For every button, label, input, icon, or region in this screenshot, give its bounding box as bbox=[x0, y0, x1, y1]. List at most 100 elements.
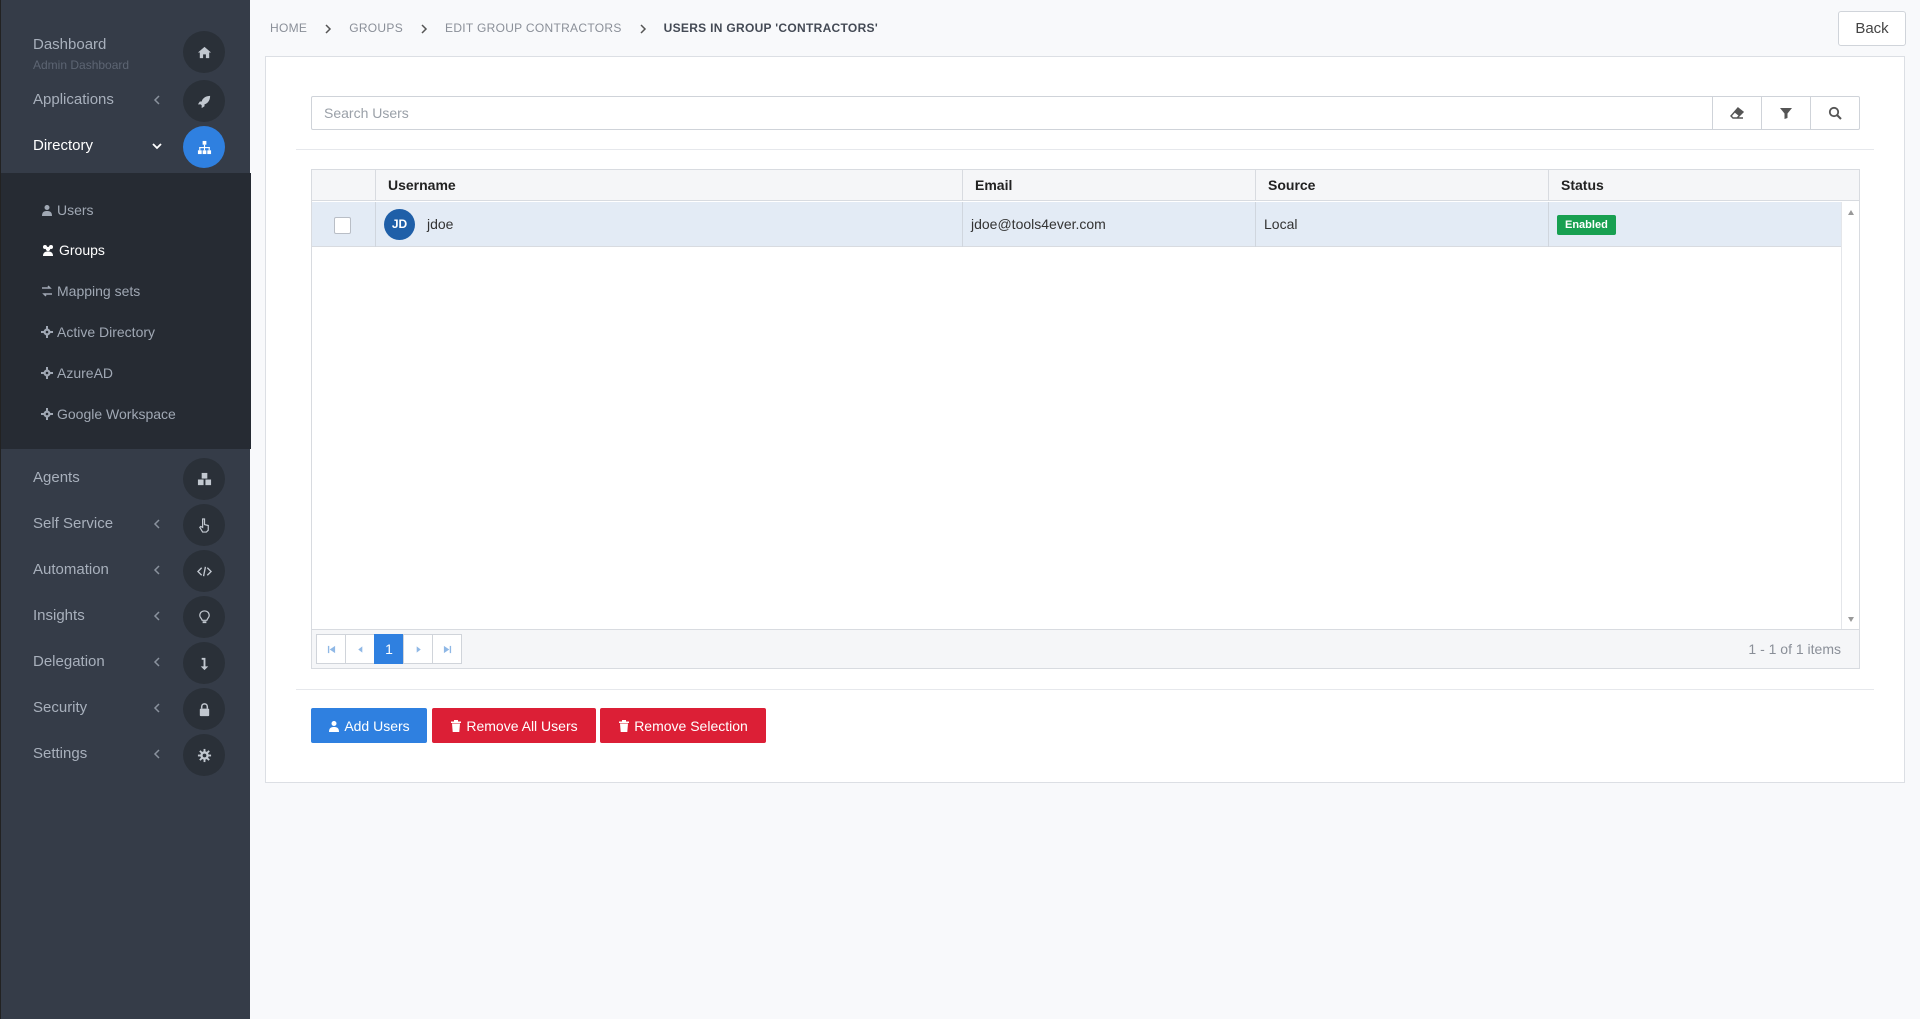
nav-settings[interactable]: Settings bbox=[1, 732, 251, 778]
breadcrumb-current: USERS IN GROUP 'CONTRACTORS' bbox=[663, 21, 878, 35]
chevron-left-icon bbox=[151, 560, 165, 580]
gear-icon[interactable] bbox=[183, 734, 225, 776]
sub-item-azuread[interactable]: AzureAD bbox=[41, 362, 113, 384]
add-users-button[interactable]: Add Users bbox=[311, 708, 427, 743]
nav-directory-label: Directory bbox=[33, 137, 94, 154]
back-button[interactable]: Back bbox=[1838, 11, 1906, 46]
sub-item-active-directory-label: Active Directory bbox=[57, 324, 156, 340]
pager-info: 1 - 1 of 1 items bbox=[1748, 641, 1841, 657]
filter-icon[interactable] bbox=[1761, 97, 1810, 129]
nav-insights-label: Insights bbox=[33, 607, 85, 624]
nav-delegation[interactable]: Delegation bbox=[1, 640, 251, 686]
lock-icon[interactable] bbox=[183, 688, 225, 730]
chevron-left-icon bbox=[151, 90, 165, 110]
nav-applications-label: Applications bbox=[33, 91, 114, 108]
nav-insights[interactable]: Insights bbox=[1, 594, 251, 640]
level-down-icon[interactable] bbox=[183, 642, 225, 684]
column-header-username[interactable]: Username bbox=[375, 170, 962, 201]
chevron-left-icon bbox=[151, 698, 165, 718]
directory-submenu: Users Groups Mapping sets Active Directo… bbox=[1, 173, 251, 449]
search-icon[interactable] bbox=[1810, 97, 1859, 129]
nav-directory[interactable]: Directory bbox=[1, 124, 251, 170]
nav-self-service-label: Self Service bbox=[33, 515, 114, 532]
nav-security[interactable]: Security bbox=[1, 686, 251, 732]
sub-item-google-workspace[interactable]: Google Workspace bbox=[41, 403, 176, 425]
users-grid: Username Email Source Status JD jdoe jdo… bbox=[311, 169, 1860, 669]
vertical-scrollbar[interactable] bbox=[1841, 202, 1859, 630]
cubes-icon[interactable] bbox=[183, 458, 225, 500]
source-cell: Local bbox=[1255, 202, 1548, 247]
search-input[interactable] bbox=[312, 97, 1712, 129]
username-cell: JD jdoe bbox=[375, 202, 962, 247]
avatar: JD bbox=[384, 209, 415, 240]
nav-agents[interactable]: Agents bbox=[1, 456, 251, 502]
cog-icon bbox=[41, 408, 53, 420]
column-header-status[interactable]: Status bbox=[1548, 170, 1841, 201]
sub-item-mapping-sets-label: Mapping sets bbox=[57, 283, 141, 299]
nav-self-service[interactable]: Self Service bbox=[1, 502, 251, 548]
nav-automation-label: Automation bbox=[33, 561, 109, 578]
lightbulb-icon[interactable] bbox=[183, 596, 225, 638]
prev-page-icon[interactable] bbox=[345, 634, 375, 664]
nav-agents-label: Agents bbox=[33, 469, 80, 486]
sub-item-users[interactable]: Users bbox=[41, 199, 94, 221]
sitemap-icon[interactable] bbox=[183, 126, 225, 168]
sub-item-users-label: Users bbox=[57, 202, 94, 218]
grid-header: Username Email Source Status bbox=[312, 170, 1859, 201]
nav-delegation-label: Delegation bbox=[33, 653, 105, 670]
select-column-header bbox=[312, 170, 375, 201]
nav-security-label: Security bbox=[33, 699, 88, 716]
sub-item-google-workspace-label: Google Workspace bbox=[57, 406, 176, 422]
column-header-source[interactable]: Source bbox=[1255, 170, 1548, 201]
remove-selection-button[interactable]: Remove Selection bbox=[600, 708, 766, 743]
email-cell: jdoe@tools4ever.com bbox=[962, 202, 1255, 247]
breadcrumb-home[interactable]: HOME bbox=[270, 21, 307, 35]
rocket-icon[interactable] bbox=[183, 80, 225, 122]
sub-item-mapping-sets[interactable]: Mapping sets bbox=[41, 280, 140, 302]
first-page-icon[interactable] bbox=[316, 634, 346, 664]
home-icon[interactable] bbox=[183, 31, 225, 73]
chevron-right-icon bbox=[639, 23, 647, 34]
scroll-down-icon[interactable] bbox=[1848, 617, 1854, 622]
exchange-icon bbox=[42, 285, 52, 297]
scroll-up-icon[interactable] bbox=[1848, 210, 1854, 215]
sub-item-groups-label: Groups bbox=[59, 242, 105, 258]
chevron-right-icon bbox=[420, 23, 428, 34]
hand-pointer-icon[interactable] bbox=[183, 504, 225, 546]
page-button-current[interactable]: 1 bbox=[374, 634, 404, 664]
chevron-down-icon bbox=[151, 136, 165, 156]
remove-all-users-button[interactable]: Remove All Users bbox=[432, 708, 596, 743]
chevron-left-icon bbox=[151, 652, 165, 672]
code-icon[interactable] bbox=[183, 550, 225, 592]
cog-icon bbox=[41, 367, 53, 379]
eraser-icon[interactable] bbox=[1712, 97, 1761, 129]
search-bar bbox=[311, 96, 1860, 130]
nav-settings-label: Settings bbox=[33, 745, 88, 762]
chevron-left-icon bbox=[151, 606, 165, 626]
sub-item-azuread-label: AzureAD bbox=[57, 365, 114, 381]
divider bbox=[296, 689, 1874, 690]
sidebar: Dashboard Admin Dashboard Applications D… bbox=[0, 0, 251, 1019]
chevron-right-icon bbox=[324, 23, 332, 34]
table-row[interactable]: JD jdoe jdoe@tools4ever.com Local Enable… bbox=[312, 202, 1841, 247]
nav-dashboard[interactable]: Dashboard Admin Dashboard bbox=[1, 28, 251, 74]
row-checkbox[interactable] bbox=[334, 217, 351, 234]
column-header-email[interactable]: Email bbox=[962, 170, 1255, 201]
users-icon bbox=[43, 245, 53, 256]
nav-automation[interactable]: Automation bbox=[1, 548, 251, 594]
sub-item-active-directory[interactable]: Active Directory bbox=[41, 321, 155, 343]
main-panel: Username Email Source Status JD jdoe jdo… bbox=[265, 56, 1905, 783]
trash-icon bbox=[619, 719, 630, 732]
nav-dashboard-label: Dashboard bbox=[33, 36, 107, 53]
breadcrumb-groups[interactable]: GROUPS bbox=[349, 21, 403, 35]
divider bbox=[296, 149, 1874, 150]
sub-item-groups[interactable]: Groups bbox=[41, 239, 105, 261]
cog-icon bbox=[41, 326, 53, 338]
breadcrumb-edit-group[interactable]: EDIT GROUP CONTRACTORS bbox=[445, 21, 622, 35]
username-text: jdoe bbox=[427, 216, 454, 232]
breadcrumb: HOME GROUPS EDIT GROUP CONTRACTORS USERS… bbox=[270, 20, 878, 36]
last-page-icon[interactable] bbox=[432, 634, 462, 664]
next-page-icon[interactable] bbox=[403, 634, 433, 664]
nav-applications[interactable]: Applications bbox=[1, 78, 251, 124]
remove-selection-label: Remove Selection bbox=[634, 717, 748, 734]
